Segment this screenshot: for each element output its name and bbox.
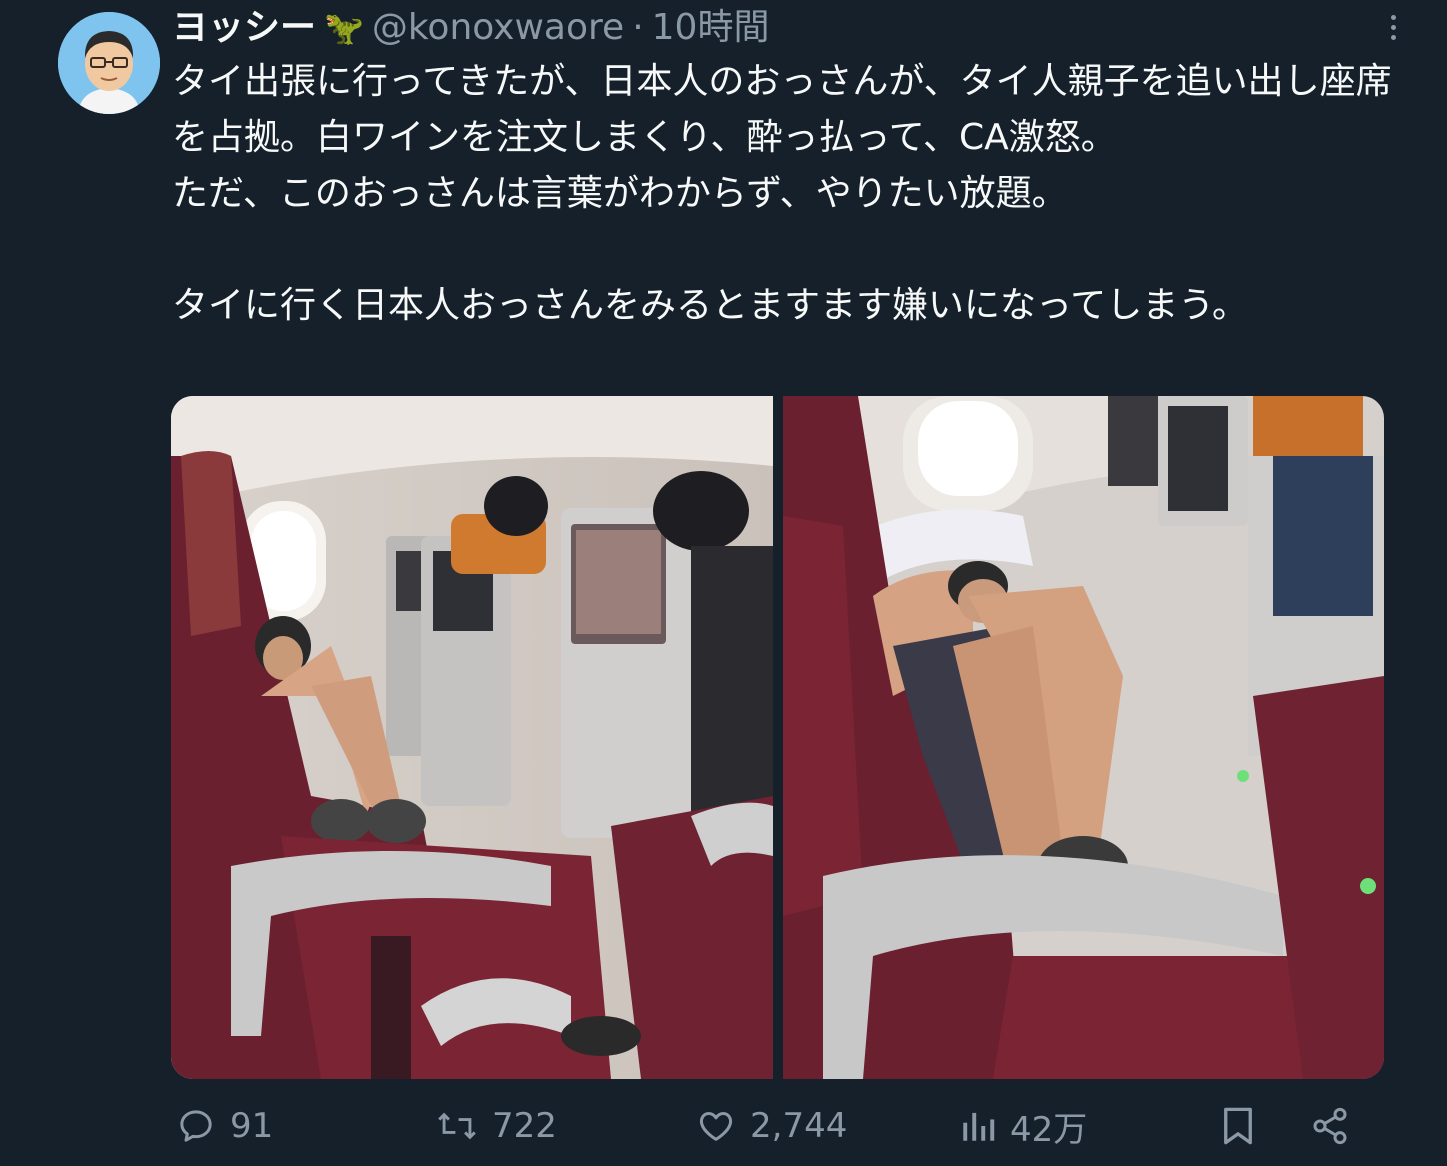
author-handle[interactable]: @konoxwaore xyxy=(372,6,624,50)
bookmark-button[interactable] xyxy=(1220,1100,1256,1152)
reply-count: 91 xyxy=(230,1106,274,1146)
views-count: 42万 xyxy=(1010,1109,1088,1150)
share-nodes-icon xyxy=(1313,1107,1347,1145)
like-button[interactable]: 2,744 xyxy=(696,1100,847,1152)
like-count: 2,744 xyxy=(750,1106,848,1146)
bar-chart-icon xyxy=(963,1112,995,1141)
tweet-header: ヨッシー 🦖 @konoxwaore · 10時間 xyxy=(172,6,769,50)
author-name[interactable]: ヨッシー xyxy=(172,6,316,50)
separator-dot: · xyxy=(632,7,644,48)
retweet-count: 722 xyxy=(492,1106,557,1146)
dinosaur-emoji-icon: 🦖 xyxy=(324,9,364,47)
bookmark-icon xyxy=(1224,1107,1252,1145)
more-dots-icon[interactable] xyxy=(1378,12,1408,42)
tweet-blank-line xyxy=(172,222,1392,278)
avatar[interactable] xyxy=(58,12,160,114)
tweet-photo-2[interactable] xyxy=(782,396,1385,1079)
avatar-illustration xyxy=(58,12,160,114)
media-grid xyxy=(171,396,1384,1079)
tweet-line: タイに行く日本人おっさんをみるとますます嫌いになってしまう。 xyxy=(172,285,1249,326)
tweet-timestamp[interactable]: 10時間 xyxy=(652,6,770,50)
cabin-photo-left xyxy=(171,396,773,1079)
views-button[interactable]: 42万 xyxy=(960,1100,1087,1152)
tweet-photo-1[interactable] xyxy=(171,396,773,1079)
tweet-line: ただ、このおっさんは言葉がわからず、やりたい放題。 xyxy=(172,173,1068,214)
retweet-button[interactable]: 722 xyxy=(436,1100,557,1152)
retweet-arrows-icon xyxy=(438,1112,476,1140)
cabin-photo-right xyxy=(782,396,1384,1079)
tweet-action-bar: 91 722 2,744 42万 xyxy=(170,1100,1360,1152)
tweet-text: タイ出張に行ってきたが、日本人のおっさんが、タイ人親子を追い出し座席を占拠。白ワ… xyxy=(172,54,1392,334)
tweet-line: タイ出張に行ってきたが、日本人のおっさんが、タイ人親子を追い出し座席を占拠。白ワ… xyxy=(172,61,1392,158)
share-button[interactable] xyxy=(1310,1100,1350,1152)
speech-bubble-icon xyxy=(180,1110,212,1142)
reply-button[interactable]: 91 xyxy=(176,1100,273,1152)
heart-icon xyxy=(699,1112,733,1141)
